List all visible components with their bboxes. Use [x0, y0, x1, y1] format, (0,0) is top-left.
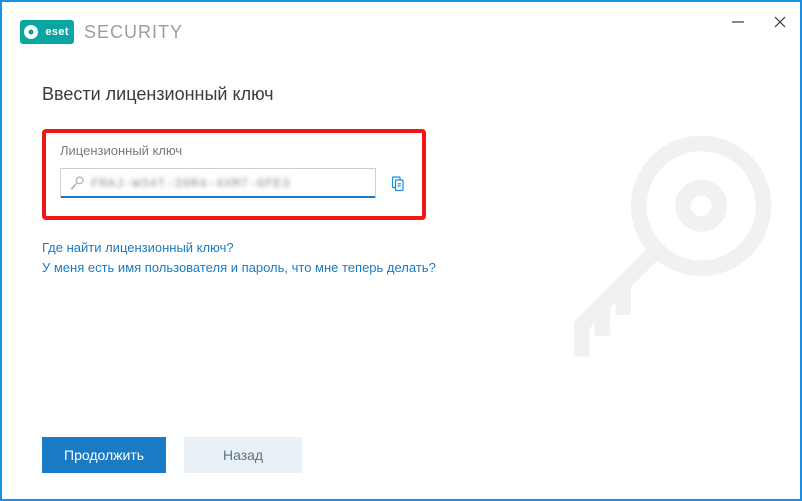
- back-button[interactable]: Назад: [184, 437, 302, 473]
- brand: eset SECURITY: [20, 20, 183, 44]
- key-watermark-icon: [540, 107, 800, 367]
- page-title: Ввести лицензионный ключ: [42, 84, 760, 105]
- minimize-icon: [731, 15, 745, 29]
- license-key-input[interactable]: [91, 176, 367, 191]
- content-area: Ввести лицензионный ключ Лицензионный кл…: [2, 62, 800, 437]
- link-have-username-password[interactable]: У меня есть имя пользователя и пароль, ч…: [42, 260, 436, 275]
- key-icon: [69, 175, 85, 191]
- footer-buttons: Продолжить Назад: [2, 437, 800, 499]
- window: eset SECURITY Ввести лицензионный ключ Л…: [0, 0, 802, 501]
- clipboard-icon: [388, 174, 406, 192]
- eset-logo: eset: [20, 20, 74, 44]
- license-key-highlight: Лицензионный ключ: [42, 129, 426, 220]
- license-key-label: Лицензионный ключ: [60, 143, 408, 158]
- close-button[interactable]: [770, 12, 790, 32]
- window-controls: [728, 12, 790, 32]
- titlebar: eset SECURITY: [2, 2, 800, 62]
- product-name: SECURITY: [84, 22, 183, 43]
- paste-button[interactable]: [386, 172, 408, 194]
- continue-button[interactable]: Продолжить: [42, 437, 166, 473]
- close-icon: [773, 15, 787, 29]
- minimize-button[interactable]: [728, 12, 748, 32]
- help-links: Где найти лицензионный ключ? У меня есть…: [42, 238, 760, 277]
- link-where-to-find-key[interactable]: Где найти лицензионный ключ?: [42, 240, 234, 255]
- logo-text: eset: [45, 23, 69, 41]
- license-key-field-wrap[interactable]: [60, 168, 376, 198]
